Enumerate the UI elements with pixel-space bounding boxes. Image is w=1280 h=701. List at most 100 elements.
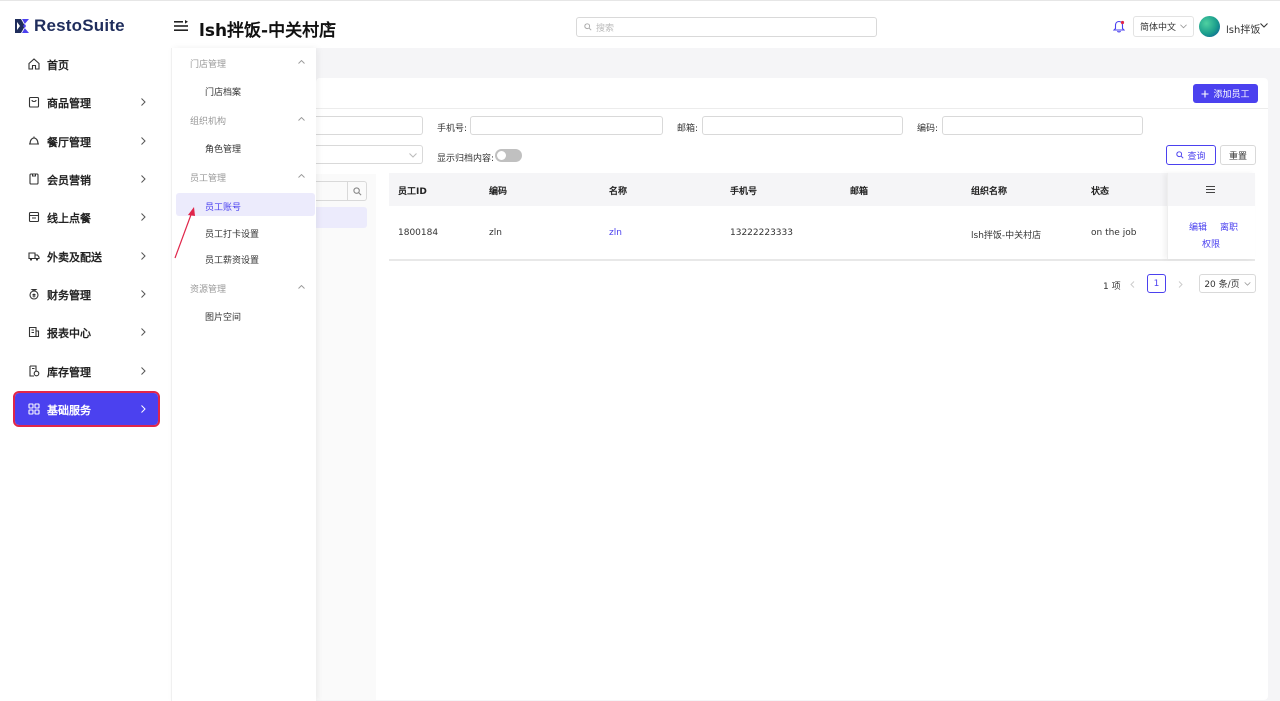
column-header: 组织名称 xyxy=(971,187,1008,197)
column-header: 名称 xyxy=(609,187,628,197)
chevron-right-icon xyxy=(141,98,146,106)
sidebar-item-label: 首页 xyxy=(47,59,69,72)
search-placeholder: 搜索 xyxy=(596,23,615,34)
sidebar-item-delivery[interactable]: 外卖及配送 xyxy=(15,240,158,272)
submenu-item-staff-account[interactable]: 员工账号 xyxy=(205,200,241,213)
phone-label: 手机号: xyxy=(437,124,468,134)
submenu-group-staff[interactable]: 员工管理 xyxy=(190,171,226,184)
annotation-arrow-icon xyxy=(174,207,195,259)
sidebar-item-label: 线上点餐 xyxy=(47,212,91,225)
query-button[interactable]: 查询 xyxy=(1166,145,1216,165)
chevron-up-icon[interactable] xyxy=(298,117,305,121)
org-tree-panel xyxy=(316,174,376,700)
submenu-group-resources[interactable]: 资源管理 xyxy=(190,282,226,295)
cell-phone: 13222223333 xyxy=(730,228,793,238)
sidebar-item-membership[interactable]: 会员营销 xyxy=(15,163,158,195)
sidebar-item-reports[interactable]: 报表中心 xyxy=(15,316,158,348)
page-size-select[interactable]: 20 条/页 xyxy=(1199,274,1256,293)
edit-link[interactable]: 编辑 xyxy=(1189,220,1207,233)
content-card xyxy=(316,78,1268,700)
prev-page-icon[interactable] xyxy=(1130,281,1135,288)
chevron-down-icon[interactable] xyxy=(1260,23,1268,28)
chevron-right-icon xyxy=(141,252,146,260)
chevron-up-icon[interactable] xyxy=(298,285,305,289)
chevron-up-icon[interactable] xyxy=(298,60,305,64)
chevron-up-icon[interactable] xyxy=(298,174,305,178)
member-card-icon xyxy=(29,173,39,185)
org-search-button[interactable] xyxy=(347,181,367,201)
sidebar-item-label: 餐厅管理 xyxy=(47,136,91,149)
online-order-icon xyxy=(28,211,40,223)
column-settings-icon[interactable] xyxy=(1206,186,1215,193)
bag-icon xyxy=(28,96,40,108)
sidebar-item-label: 库存管理 xyxy=(47,366,91,379)
store-title[interactable]: lsh拌饭-中关村店 xyxy=(199,16,336,41)
user-name[interactable]: lsh拌饭 xyxy=(1226,21,1260,36)
name-field[interactable] xyxy=(316,116,423,135)
chevron-down-icon[interactable] xyxy=(324,24,332,29)
show-archived-toggle[interactable] xyxy=(495,149,522,162)
sidebar: 首页 商品管理 餐厅管理 会员营销 线上点餐 外卖及配送 财务管理 报表中心 库… xyxy=(0,48,171,701)
notification-bell-icon[interactable] xyxy=(1113,20,1125,33)
sidebar-item-products[interactable]: 商品管理 xyxy=(15,86,158,118)
brand-logo[interactable]: RestoSuite xyxy=(14,16,125,36)
code-field[interactable] xyxy=(942,116,1143,135)
chevron-right-icon xyxy=(141,405,146,413)
email-field[interactable] xyxy=(702,116,903,135)
chevron-right-icon xyxy=(141,137,146,145)
cell-status: on the job xyxy=(1091,228,1137,238)
chevron-down-icon xyxy=(1180,24,1187,29)
reset-button[interactable]: 重置 xyxy=(1220,145,1256,165)
sidebar-item-basic-services[interactable]: 基础服务 xyxy=(13,391,160,427)
status-select[interactable] xyxy=(316,145,423,164)
search-icon xyxy=(1176,151,1185,159)
submenu-item-role-management[interactable]: 角色管理 xyxy=(205,142,241,155)
org-tree-selected-node[interactable] xyxy=(316,207,367,228)
sidebar-item-restaurant[interactable]: 餐厅管理 xyxy=(15,125,158,157)
submenu-panel: 门店管理 门店档案 组织机构 角色管理 员工管理 员工账号 员工打卡设置 员工薪… xyxy=(171,48,316,701)
sidebar-item-inventory[interactable]: 库存管理 xyxy=(15,355,158,387)
column-header: 邮箱 xyxy=(850,187,869,197)
chevron-down-icon xyxy=(1244,281,1251,286)
submenu-group-store[interactable]: 门店管理 xyxy=(190,57,226,70)
menu-collapse-icon[interactable] xyxy=(174,20,188,32)
sidebar-item-label: 会员营销 xyxy=(47,174,91,187)
pagination-total: 1 项 xyxy=(1103,282,1121,292)
phone-field[interactable] xyxy=(470,116,663,135)
sidebar-item-online-order[interactable]: 线上点餐 xyxy=(15,201,158,233)
chevron-right-icon xyxy=(141,367,146,375)
user-avatar[interactable] xyxy=(1199,16,1220,37)
submenu-item-clock-in-settings[interactable]: 员工打卡设置 xyxy=(205,227,259,240)
global-search-input[interactable]: 搜索 xyxy=(576,17,877,37)
sidebar-item-label: 基础服务 xyxy=(47,404,91,417)
chevron-right-icon xyxy=(141,290,146,298)
code-label: 编码: xyxy=(917,124,939,134)
page-button-current[interactable]: 1 xyxy=(1147,274,1166,293)
permissions-link[interactable]: 权限 xyxy=(1202,237,1220,250)
sidebar-item-label: 商品管理 xyxy=(47,97,91,110)
resign-link[interactable]: 离职 xyxy=(1220,220,1238,233)
next-page-icon[interactable] xyxy=(1178,281,1183,288)
home-icon xyxy=(28,58,40,70)
sidebar-item-finance[interactable]: 财务管理 xyxy=(15,278,158,310)
submenu-item-salary-settings[interactable]: 员工薪资设置 xyxy=(205,253,259,266)
cell-employee-id: 1800184 xyxy=(398,228,439,238)
restosuite-logo-icon xyxy=(15,19,29,33)
plus-icon xyxy=(1201,90,1209,97)
submenu-group-org[interactable]: 组织机构 xyxy=(190,114,226,127)
toggle-knob xyxy=(497,151,506,160)
add-employee-button[interactable]: 添加员工 xyxy=(1193,84,1258,103)
sidebar-item-home[interactable]: 首页 xyxy=(15,48,158,80)
column-header: 手机号 xyxy=(730,187,758,197)
sidebar-item-label: 报表中心 xyxy=(47,327,91,340)
inventory-icon xyxy=(29,365,40,377)
finance-icon xyxy=(29,289,39,300)
sidebar-item-label: 财务管理 xyxy=(47,289,91,302)
language-select[interactable]: 简体中文 xyxy=(1133,16,1194,37)
submenu-item-image-space[interactable]: 图片空间 xyxy=(205,310,241,323)
cell-name-link[interactable]: zln xyxy=(609,228,622,238)
search-icon xyxy=(353,186,362,195)
cell-code: zln xyxy=(489,228,502,238)
chevron-right-icon xyxy=(141,213,146,221)
submenu-item-store-profile[interactable]: 门店档案 xyxy=(205,85,241,98)
